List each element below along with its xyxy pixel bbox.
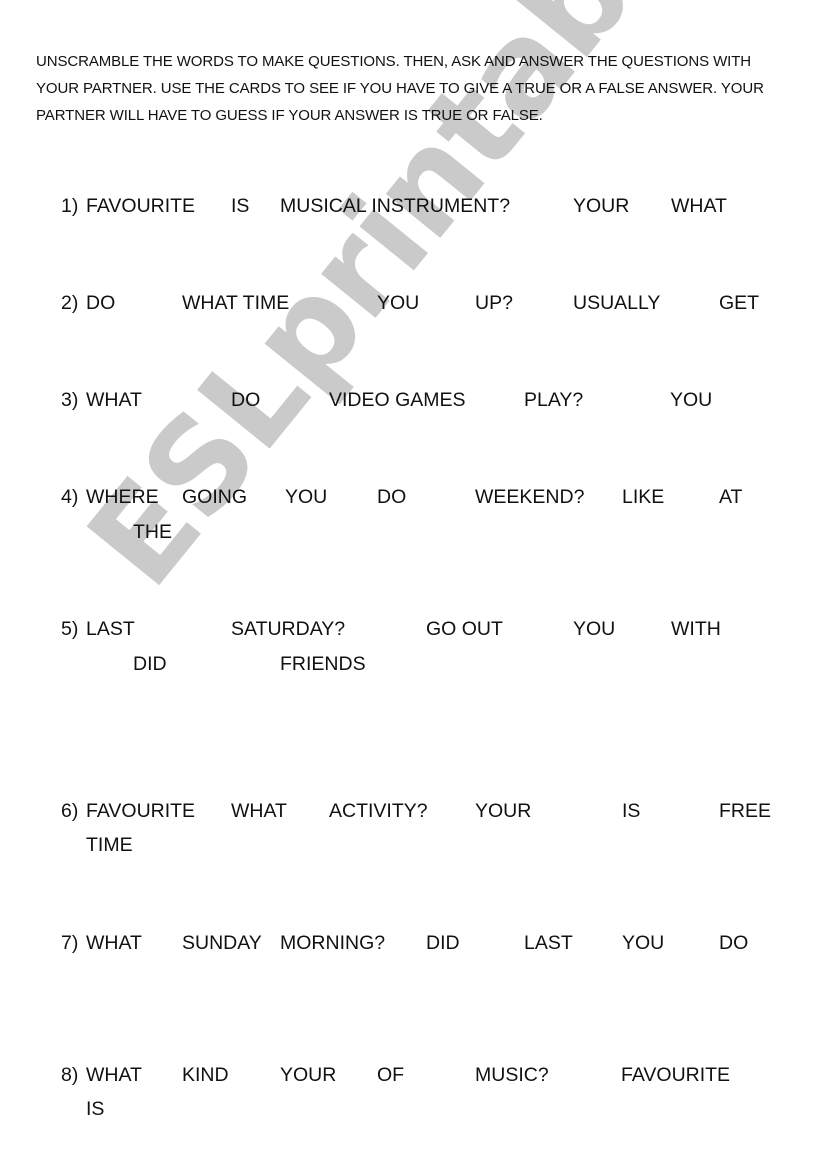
scrambled-word: MUSICAL INSTRUMENT? bbox=[280, 195, 511, 217]
scrambled-word: WHERE bbox=[86, 486, 159, 508]
scrambled-word: MUSIC? bbox=[475, 1064, 549, 1086]
scrambled-word: SUNDAY bbox=[182, 932, 262, 954]
scrambled-word: WHAT bbox=[671, 195, 727, 217]
scrambled-word: LAST bbox=[86, 618, 135, 640]
scrambled-word: WITH bbox=[671, 618, 721, 640]
scrambled-word: LAST bbox=[524, 932, 573, 954]
scrambled-word: YOUR bbox=[475, 800, 532, 822]
question-item-6: 6) FAVOURITE WHAT ACTIVITY? YOUR IS FREE… bbox=[61, 800, 821, 856]
scrambled-word: DID bbox=[133, 653, 167, 675]
scrambled-word: YOUR bbox=[573, 195, 630, 217]
scrambled-word: YOUR bbox=[280, 1064, 337, 1086]
scrambled-word: THE bbox=[133, 521, 172, 543]
scrambled-word: KIND bbox=[182, 1064, 229, 1086]
item-number: 3) bbox=[61, 389, 79, 411]
scrambled-word: YOU bbox=[377, 292, 420, 314]
item-number: 8) bbox=[61, 1064, 79, 1086]
scrambled-word: ACTIVITY? bbox=[329, 800, 428, 822]
scrambled-word: YOU bbox=[573, 618, 616, 640]
question-item-1: 1) FAVOURITE IS MUSICAL INSTRUMENT? YOUR… bbox=[61, 195, 821, 231]
scrambled-word: FAVOURITE bbox=[86, 800, 196, 822]
scrambled-word: TIME bbox=[86, 834, 133, 856]
question-item-8: 8) WHAT KIND YOUR OF MUSIC? FAVOURITE IS bbox=[61, 1064, 821, 1120]
scrambled-word: USUALLY bbox=[573, 292, 661, 314]
question-item-2: 2) DO WHAT TIME YOU UP? USUALLY GET bbox=[61, 292, 821, 328]
item-number: 7) bbox=[61, 932, 79, 954]
scrambled-word: FAVOURITE bbox=[86, 195, 196, 217]
scrambled-word: IS bbox=[86, 1098, 105, 1120]
scrambled-word: YOU bbox=[285, 486, 328, 508]
question-item-4: 4) WHERE GOING YOU DO WEEKEND? LIKE AT T… bbox=[61, 486, 821, 543]
question-item-7: 7) WHAT SUNDAY MORNING? DID LAST YOU DO bbox=[61, 932, 821, 968]
scrambled-word: OF bbox=[377, 1064, 405, 1086]
scrambled-word: FRIENDS bbox=[280, 653, 366, 675]
instructions: UNSCRAMBLE THE WORDS TO MAKE QUESTIONS. … bbox=[36, 53, 764, 124]
scrambled-word: WHAT bbox=[231, 800, 287, 822]
scrambled-word: VIDEO GAMES bbox=[329, 389, 466, 411]
scrambled-word: SATURDAY? bbox=[231, 618, 346, 640]
scrambled-word: MORNING? bbox=[280, 932, 386, 954]
scrambled-word: AT bbox=[719, 486, 743, 508]
question-item-3: 3) WHAT DO VIDEO GAMES PLAY? YOU bbox=[61, 389, 821, 425]
scrambled-word: WHAT bbox=[86, 1064, 142, 1086]
question-item-5: 5) LAST SATURDAY? GO OUT YOU WITH DID FR… bbox=[61, 618, 821, 675]
scrambled-word: FAVOURITE bbox=[621, 1064, 731, 1086]
scrambled-word: IS bbox=[231, 195, 250, 217]
item-number: 4) bbox=[61, 486, 79, 508]
scrambled-word: DO bbox=[719, 932, 749, 954]
scrambled-word: YOU bbox=[622, 932, 665, 954]
scrambled-word: DO bbox=[231, 389, 261, 411]
scrambled-word: DO bbox=[377, 486, 407, 508]
scrambled-word: LIKE bbox=[622, 486, 665, 508]
scrambled-word: WHAT bbox=[86, 932, 142, 954]
scrambled-word: IS bbox=[622, 800, 641, 822]
scrambled-word: GOING bbox=[182, 486, 248, 508]
item-number: 6) bbox=[61, 800, 79, 822]
scrambled-word: WEEKEND? bbox=[475, 486, 585, 508]
scrambled-word: PLAY? bbox=[524, 389, 584, 411]
scrambled-word: DID bbox=[426, 932, 460, 954]
scrambled-word: WHAT TIME bbox=[182, 292, 290, 314]
item-number: 2) bbox=[61, 292, 79, 314]
scrambled-word: WHAT bbox=[86, 389, 142, 411]
item-number: 5) bbox=[61, 618, 79, 640]
scrambled-word: YOU bbox=[670, 389, 713, 411]
scrambled-word: GO OUT bbox=[426, 618, 503, 640]
scrambled-word: GET bbox=[719, 292, 760, 314]
scrambled-word: FREE bbox=[719, 800, 772, 822]
scrambled-word: UP? bbox=[475, 292, 513, 314]
scrambled-word: DO bbox=[86, 292, 116, 314]
item-number: 1) bbox=[61, 195, 79, 217]
